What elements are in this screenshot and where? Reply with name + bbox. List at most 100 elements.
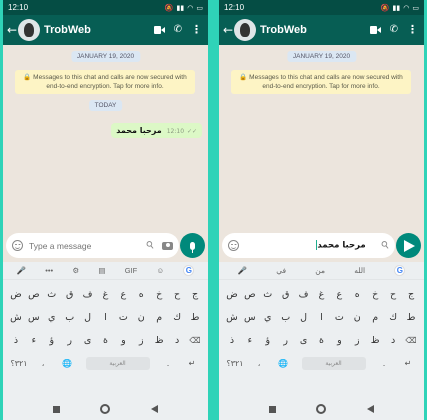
key[interactable]: ع bbox=[114, 289, 132, 300]
voice-call-icon[interactable]: ✆ bbox=[174, 25, 182, 35]
contact-avatar[interactable] bbox=[18, 19, 40, 41]
message-input[interactable] bbox=[29, 240, 143, 251]
key[interactable]: ز bbox=[348, 335, 366, 346]
keyboard-more-icon[interactable]: ••• bbox=[45, 266, 53, 275]
video-call-icon[interactable] bbox=[369, 26, 381, 34]
backspace-key[interactable]: ⌫ bbox=[402, 336, 420, 345]
key[interactable]: ا bbox=[313, 312, 331, 323]
more-options-icon[interactable]: ⋮ bbox=[407, 24, 418, 35]
encryption-notice[interactable]: 🔒 Messages to this chat and calls are no… bbox=[15, 70, 195, 94]
key[interactable]: و bbox=[114, 335, 132, 346]
contact-avatar[interactable] bbox=[234, 19, 256, 41]
camera-icon[interactable] bbox=[162, 241, 173, 250]
back-arrow-icon[interactable]: ← bbox=[223, 23, 233, 37]
more-options-icon[interactable]: ⋮ bbox=[191, 24, 202, 35]
key[interactable]: ش bbox=[7, 312, 25, 323]
key[interactable]: ق bbox=[277, 289, 295, 300]
suggestion-2[interactable]: من bbox=[315, 266, 325, 275]
key[interactable]: ع bbox=[330, 289, 348, 300]
key[interactable]: ط bbox=[402, 312, 420, 323]
key[interactable]: ذ bbox=[223, 335, 241, 346]
key[interactable]: ظ bbox=[150, 335, 168, 346]
key[interactable]: ش bbox=[223, 312, 241, 323]
attach-clip-icon[interactable]: ⚲ bbox=[144, 239, 157, 252]
comma-key[interactable]: ، bbox=[247, 359, 271, 368]
key[interactable]: ت bbox=[330, 312, 348, 323]
key[interactable]: د bbox=[168, 335, 186, 346]
outgoing-message-bubble[interactable]: مرحبا محمد 12:10 ✓✓ bbox=[111, 123, 202, 138]
globe-icon[interactable]: 🌐 bbox=[55, 359, 79, 368]
key[interactable]: م bbox=[366, 312, 384, 323]
message-input-pill[interactable]: ⚲ bbox=[6, 233, 179, 258]
send-button[interactable] bbox=[396, 233, 421, 258]
key[interactable]: ض bbox=[7, 289, 25, 300]
key[interactable]: ق bbox=[61, 289, 79, 300]
key[interactable]: ف bbox=[295, 289, 313, 300]
home-icon[interactable] bbox=[100, 404, 111, 414]
space-key[interactable]: العربية bbox=[295, 357, 372, 370]
google-g-icon[interactable]: G bbox=[394, 265, 406, 276]
voice-input-icon[interactable]: 🎤 bbox=[238, 266, 247, 275]
key[interactable]: س bbox=[241, 312, 259, 323]
key[interactable]: ه bbox=[132, 289, 150, 300]
key[interactable]: ب bbox=[61, 312, 79, 323]
key[interactable]: ي bbox=[259, 312, 277, 323]
message-input[interactable]: مرحبا محمد bbox=[239, 240, 366, 251]
key[interactable]: ح bbox=[384, 289, 402, 300]
key[interactable]: ؤ bbox=[43, 335, 61, 346]
key[interactable]: ن bbox=[132, 312, 150, 323]
clipboard-icon[interactable]: ▤ bbox=[98, 266, 105, 275]
key[interactable]: ؤ bbox=[259, 335, 277, 346]
key[interactable]: ج bbox=[402, 289, 420, 300]
numbers-key[interactable]: ٣٢١؟ bbox=[7, 359, 31, 368]
nav-back-icon[interactable] bbox=[366, 405, 374, 413]
key[interactable]: م bbox=[150, 312, 168, 323]
globe-icon[interactable]: 🌐 bbox=[271, 359, 295, 368]
key[interactable]: خ bbox=[150, 289, 168, 300]
sticker-icon[interactable]: ☺ bbox=[156, 266, 164, 275]
attach-clip-icon[interactable]: ⚲ bbox=[379, 239, 392, 252]
key[interactable]: ز bbox=[132, 335, 150, 346]
key[interactable]: ه bbox=[348, 289, 366, 300]
home-icon[interactable] bbox=[316, 404, 327, 414]
key[interactable]: ت bbox=[114, 312, 132, 323]
key[interactable]: س bbox=[25, 312, 43, 323]
key[interactable]: خ bbox=[366, 289, 384, 300]
suggestion-1[interactable]: الله bbox=[354, 266, 365, 275]
key[interactable]: ل bbox=[295, 312, 313, 323]
key[interactable]: ص bbox=[25, 289, 43, 300]
key[interactable]: غ bbox=[97, 289, 115, 300]
key[interactable]: و bbox=[330, 335, 348, 346]
key[interactable]: ث bbox=[43, 289, 61, 300]
keyboard-settings-icon[interactable]: ⚙ bbox=[72, 266, 79, 275]
period-key[interactable]: . bbox=[156, 359, 180, 368]
key[interactable]: ظ bbox=[366, 335, 384, 346]
voice-call-icon[interactable]: ✆ bbox=[390, 25, 398, 35]
key[interactable]: ا bbox=[97, 312, 115, 323]
key[interactable]: ة bbox=[97, 335, 115, 346]
emoji-icon[interactable] bbox=[12, 240, 23, 251]
emoji-icon[interactable] bbox=[228, 240, 239, 251]
key[interactable]: ن bbox=[348, 312, 366, 323]
key[interactable]: ك bbox=[384, 312, 402, 323]
key[interactable]: ي bbox=[43, 312, 61, 323]
voice-input-icon[interactable]: 🎤 bbox=[17, 266, 26, 275]
key[interactable]: د bbox=[384, 335, 402, 346]
space-key[interactable]: العربية bbox=[79, 357, 156, 370]
contact-name[interactable]: TrobWeb bbox=[44, 24, 154, 36]
recents-icon[interactable] bbox=[269, 405, 277, 413]
suggestion-3[interactable]: في bbox=[276, 266, 286, 275]
key[interactable]: ط bbox=[186, 312, 204, 323]
key[interactable]: ذ bbox=[7, 335, 25, 346]
comma-key[interactable]: ، bbox=[31, 359, 55, 368]
key[interactable]: ث bbox=[259, 289, 277, 300]
nav-back-icon[interactable] bbox=[150, 405, 158, 413]
key[interactable]: ر bbox=[277, 335, 295, 346]
encryption-notice[interactable]: 🔒 Messages to this chat and calls are no… bbox=[231, 70, 411, 94]
key[interactable]: ل bbox=[79, 312, 97, 323]
key[interactable]: ك bbox=[168, 312, 186, 323]
enter-key[interactable]: ↵ bbox=[396, 359, 420, 368]
key[interactable]: ض bbox=[223, 289, 241, 300]
key[interactable]: غ bbox=[313, 289, 331, 300]
key[interactable]: ى bbox=[79, 335, 97, 346]
